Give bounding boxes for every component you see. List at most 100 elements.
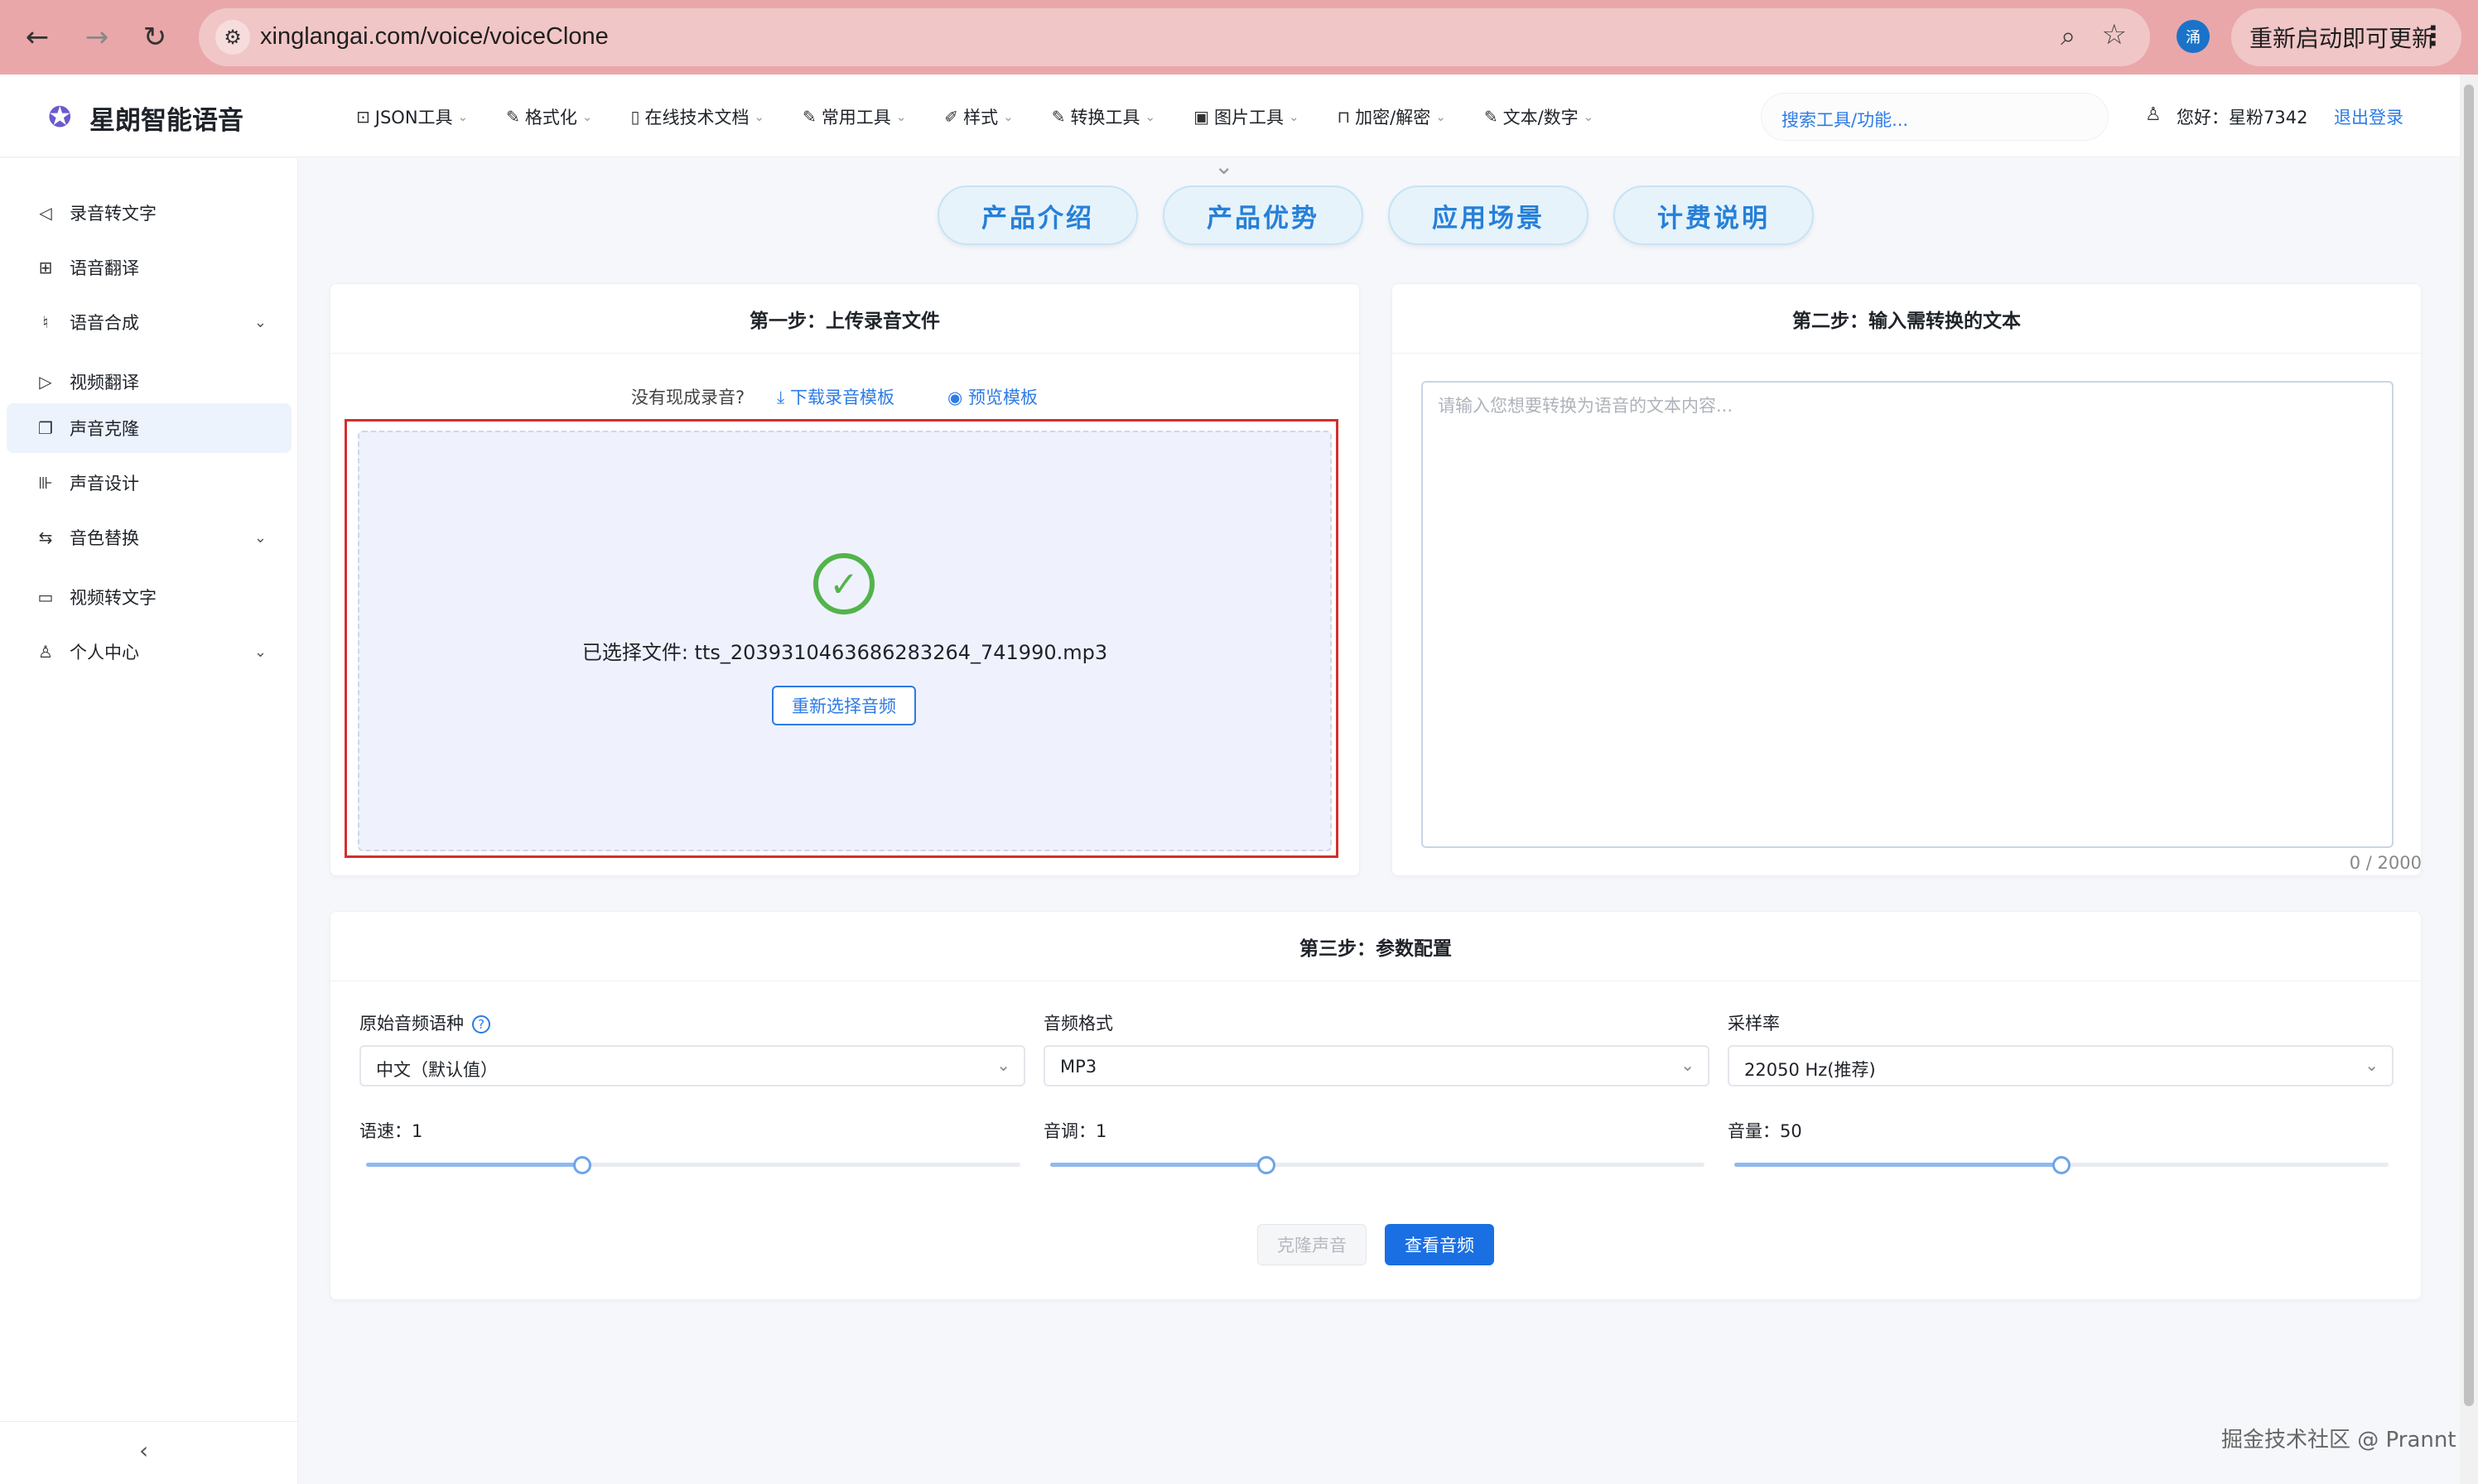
nav-convert-tools[interactable]: ✎ 转换工具 ⌄ [1052, 104, 1155, 129]
page-scrollbar[interactable] [2460, 75, 2478, 1484]
chevron-down-icon: ⌄ [253, 528, 267, 547]
zoom-icon[interactable]: ⌕ [2061, 20, 2075, 52]
logo-icon: ✪ [48, 101, 72, 134]
brand-name[interactable]: 星朗智能语音 [89, 99, 243, 137]
slider-handle[interactable] [1256, 1156, 1275, 1174]
slider-handle[interactable] [572, 1156, 591, 1174]
nav-json-tools[interactable]: ⊡ JSON工具 ⌄ [356, 104, 468, 129]
reload-button[interactable]: ↻ [134, 17, 176, 58]
tab-product-intro[interactable]: 产品介绍 [938, 186, 1138, 245]
speed-slider[interactable] [366, 1153, 1020, 1178]
clone-voice-button[interactable]: 克隆声音 [1257, 1224, 1367, 1265]
pitch-slider[interactable] [1050, 1153, 1704, 1178]
step2-title: 第二步：输入需转换的文本 [1392, 284, 2421, 354]
sidebar-item-voice-design[interactable]: ⊪ 声音设计 [7, 458, 292, 508]
check-circle-icon: ✓ [813, 553, 875, 614]
parameter-card: 第三步：参数配置 [330, 911, 2422, 1300]
nav-encrypt[interactable]: ⊓ 加密/解密 ⌄ [1338, 104, 1446, 129]
eye-icon: ◉ [947, 388, 963, 407]
sidebar-item-label: 声音克隆 [70, 419, 139, 439]
nav-label: 样式 [963, 108, 999, 128]
logout-link[interactable]: 退出登录 [2334, 104, 2403, 129]
pitch-label: 音调：1 [1044, 1121, 1107, 1141]
format-select[interactable]: MP3 ⌄ [1044, 1045, 1709, 1086]
sidebar-item-label: 录音转文字 [70, 204, 157, 224]
slider-fill [1050, 1163, 1266, 1167]
preview-template-link[interactable]: ◉ 预览模板 [947, 384, 1038, 409]
sidebar: ◁ 录音转文字 ⊞ 语音翻译 ♮ 语音合成 ⌄ ▷ 视频翻译 ❐ 声音克隆 ⊪ 声音设计 ⇆ 音… [0, 158, 298, 1484]
url-text[interactable]: xinglangai.com/voice/voiceClone [260, 23, 609, 51]
edit-icon: ✎ [803, 107, 817, 127]
sidebar-item-label: 视频转文字 [70, 588, 157, 608]
browser-toolbar: ← → ↻ ⚙ xinglangai.com/voice/voiceClone … [0, 0, 2478, 75]
speaker-icon: ◁ [39, 203, 52, 223]
edit-icon: ✎ [1051, 107, 1066, 127]
slider-fill [366, 1163, 582, 1167]
chevron-down-icon: ⌄ [1680, 1055, 1695, 1075]
sample-rate-select[interactable]: 22050 Hz(推荐) ⌄ [1728, 1045, 2394, 1086]
more-menu-icon[interactable]: ⋮ [2420, 20, 2447, 51]
language-select[interactable]: 中文（默认值） ⌄ [359, 1045, 1025, 1086]
text-input-area[interactable]: 请输入您想要转换为语音的文本内容... [1421, 381, 2394, 848]
update-label: 重新启动即可更新 [2249, 25, 2436, 52]
sidebar-item-label: 音色替换 [70, 528, 139, 548]
language-label: 原始音频语种? [359, 1010, 490, 1035]
app-header: ✪ 星朗智能语音 ⊡ JSON工具 ⌄ ✎ 格式化 ⌄ ▯ 在线技术文档 ⌄ ✎ 常用工具 ⌄ … [0, 75, 2460, 157]
chevron-down-icon: ⌄ [1288, 109, 1299, 124]
nav-format[interactable]: ✎ 格式化 ⌄ [506, 104, 592, 129]
help-icon[interactable]: ? [472, 1015, 490, 1034]
play-icon: ▷ [39, 372, 52, 392]
chevron-down-icon: ⌄ [581, 109, 593, 124]
sidebar-item-video-to-text[interactable]: ▭ 视频转文字 [7, 572, 292, 622]
volume-label: 音量：50 [1728, 1121, 1802, 1141]
user-icon: ♙ [2145, 104, 2162, 125]
translate-icon: ⊞ [38, 258, 53, 277]
sidebar-item-timbre-swap[interactable]: ⇆ 音色替换 ⌄ [7, 513, 292, 562]
sidebar-item-speech-to-text[interactable]: ◁ 录音转文字 [7, 188, 292, 238]
reselect-audio-button[interactable]: 重新选择音频 [772, 686, 916, 725]
forward-button[interactable]: → [76, 17, 118, 58]
back-button[interactable]: ← [17, 17, 58, 58]
chevron-down-icon: ⌄ [253, 643, 267, 661]
sidebar-item-speech-translate[interactable]: ⊞ 语音翻译 [7, 243, 292, 292]
bookmark-star-icon[interactable]: ☆ [2102, 18, 2127, 51]
download-icon: ⤓ [777, 388, 785, 407]
chevron-down-icon[interactable]: ⌄ [1214, 152, 1233, 180]
volume-slider[interactable] [1734, 1153, 2389, 1178]
tab-pricing[interactable]: 计费说明 [1613, 186, 1814, 245]
edit-icon: ✎ [1483, 107, 1498, 127]
slider-fill [1734, 1163, 2061, 1167]
swap-icon: ⇆ [38, 528, 53, 547]
format-label: 音频格式 [1044, 1014, 1113, 1034]
document-icon: ▯ [630, 107, 640, 127]
chevron-down-icon: ⌄ [754, 109, 765, 124]
nav-label: 图片工具 [1213, 108, 1284, 128]
nav-label: 常用工具 [821, 108, 891, 128]
update-button[interactable]: 重新启动即可更新 ⋮ [2231, 8, 2461, 66]
user-greeting: 您好：星粉7342 [2177, 108, 2308, 128]
tool-search-input[interactable]: 搜索工具/功能... [1761, 93, 2109, 141]
sidebar-item-video-translate[interactable]: ▷ 视频翻译 [7, 357, 292, 407]
sidebar-item-voice-clone[interactable]: ❐ 声音克隆 [7, 403, 292, 453]
profile-avatar[interactable]: 涌 [2177, 20, 2210, 53]
format-value: MP3 [1060, 1057, 1097, 1077]
site-info-icon[interactable]: ⚙ [215, 20, 250, 55]
sidebar-item-speech-synthesis[interactable]: ♮ 语音合成 ⌄ [7, 297, 292, 347]
address-bar[interactable]: ⚙ xinglangai.com/voice/voiceClone ⌕ ☆ [199, 8, 2150, 66]
tab-product-advantages[interactable]: 产品优势 [1163, 186, 1363, 245]
reload-icon: ↻ [142, 21, 167, 54]
nav-text-number[interactable]: ✎ 文本/数字 ⌄ [1484, 104, 1593, 129]
nav-image-tools[interactable]: ▣ 图片工具 ⌄ [1193, 104, 1299, 129]
chevron-down-icon: ⌄ [1435, 109, 1446, 124]
collapse-sidebar-icon[interactable]: ‹ [139, 1437, 148, 1464]
scrollbar-thumb[interactable] [2464, 84, 2474, 1406]
view-audio-button[interactable]: 查看音频 [1385, 1224, 1494, 1265]
nav-styles[interactable]: ✐ 样式 ⌄ [944, 104, 1013, 129]
slider-handle[interactable] [2052, 1156, 2071, 1174]
terminal-icon: ⊡ [356, 107, 370, 127]
sidebar-item-personal-center[interactable]: ♙ 个人中心 ⌄ [7, 627, 292, 677]
download-template-link[interactable]: ⤓ 下载录音模板 [777, 384, 894, 409]
tab-use-cases[interactable]: 应用场景 [1388, 186, 1589, 245]
nav-common-tools[interactable]: ✎ 常用工具 ⌄ [803, 104, 906, 129]
nav-tech-docs[interactable]: ▯ 在线技术文档 ⌄ [630, 104, 764, 129]
